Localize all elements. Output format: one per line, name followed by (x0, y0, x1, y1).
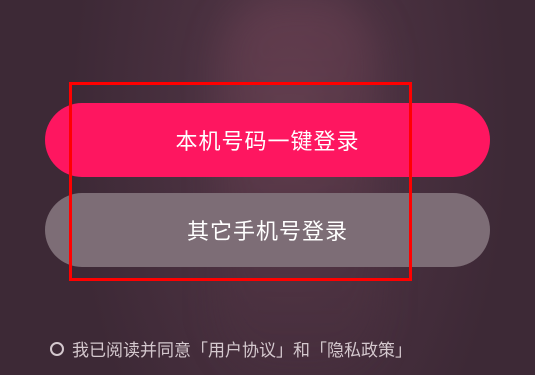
one-click-login-button[interactable]: 本机号码一键登录 (45, 103, 490, 177)
other-phone-login-button[interactable]: 其它手机号登录 (45, 193, 490, 267)
radio-circle-icon[interactable] (50, 341, 64, 356)
agreement-text: 我已阅读并同意「用户协议」和「隐私政策」 (72, 341, 412, 361)
agreement-row[interactable]: 我已阅读并同意「用户协议」和「隐私政策」 (50, 336, 412, 361)
background-figure (220, 0, 380, 375)
